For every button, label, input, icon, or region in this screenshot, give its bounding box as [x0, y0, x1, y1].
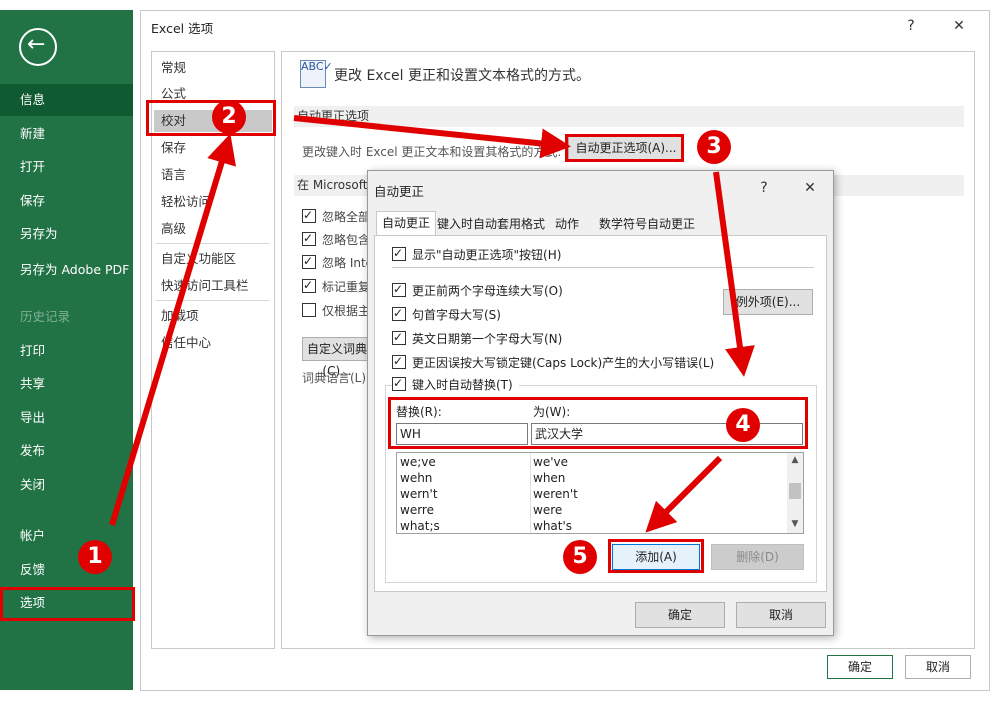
category-item[interactable]: 加载项	[161, 305, 199, 327]
checkbox-replace-as-type[interactable]: 键入时自动替换(T)	[392, 373, 519, 395]
divider	[392, 267, 814, 268]
checkbox-two-initials[interactable]: 更正前两个字母连续大写(O)	[392, 279, 563, 301]
step-badge-5: 5	[563, 540, 597, 574]
category-list: 常规 公式 校对 保存 语言 轻松访问 高级 自定义功能区 快速访问工具栏 加载…	[151, 51, 275, 649]
nav-feedback[interactable]: 反馈	[0, 554, 133, 586]
scroll-up-icon[interactable]: ▲	[787, 453, 803, 467]
divider	[156, 300, 270, 301]
step-badge-3: 3	[697, 130, 731, 164]
close-icon[interactable]: ✕	[947, 15, 971, 37]
section-autocorrect: 自动更正选项	[294, 106, 964, 127]
step-badge-1: 1	[78, 540, 112, 574]
nav-save[interactable]: 保存	[0, 185, 133, 217]
nav-export[interactable]: 导出	[0, 402, 133, 434]
highlight-autocorrect-button	[565, 134, 684, 162]
dialog-title: 自动更正	[374, 184, 425, 199]
nav-share[interactable]: 共享	[0, 368, 133, 400]
highlight-add-button	[608, 539, 704, 573]
nav-info[interactable]: 信息	[0, 84, 133, 116]
divider	[156, 243, 270, 244]
category-item[interactable]: 语言	[161, 164, 186, 186]
ok-button[interactable]: 确定	[827, 655, 893, 679]
nav-save-as[interactable]: 另存为	[0, 218, 133, 250]
checkbox-capitalize-days[interactable]: 英文日期第一个字母大写(N)	[392, 327, 562, 349]
dictionary-language-label: 词典语言(L):	[302, 371, 371, 385]
category-item[interactable]: 自定义功能区	[161, 248, 236, 270]
checkbox-show-buttons[interactable]: 显示"自动更正选项"按钮(H)	[392, 243, 561, 265]
category-item[interactable]: 快速访问工具栏	[161, 275, 249, 297]
list-item[interactable]: what;s what's	[397, 518, 787, 533]
list-item[interactable]: wehn when	[397, 470, 787, 486]
custom-dictionaries-button[interactable]: 自定义词典(C)...	[302, 337, 372, 378]
tab-autoformat[interactable]: 键入时自动套用格式	[432, 213, 550, 235]
help-button[interactable]: ?	[752, 177, 776, 199]
nav-history: 历史记录	[20, 309, 71, 324]
scroll-down-icon[interactable]: ▼	[787, 517, 803, 531]
highlight-options	[0, 587, 135, 621]
category-item[interactable]: 轻松访问	[161, 191, 211, 213]
exceptions-button[interactable]: 例外项(E)...	[723, 289, 813, 315]
nav-publish[interactable]: 发布	[0, 435, 133, 467]
cancel-button[interactable]: 取消	[905, 655, 971, 679]
checkbox-caps-lock[interactable]: 更正因误按大写锁定键(Caps Lock)产生的大小写错误(L)	[392, 351, 714, 373]
autocorrect-description: 更改键入时 Excel 更正文本和设置其格式的方式:	[302, 145, 562, 159]
list-item[interactable]: werre were	[397, 502, 787, 518]
nav-account[interactable]: 帐户	[0, 520, 133, 552]
list-item[interactable]: wern't weren't	[397, 486, 787, 502]
nav-save-as-pdf[interactable]: 另存为 Adobe PDF	[0, 260, 133, 296]
category-item[interactable]: 信任中心	[161, 332, 211, 354]
step-badge-2: 2	[212, 100, 246, 134]
category-item[interactable]: 高级	[161, 218, 186, 240]
highlight-proofing	[146, 100, 276, 136]
abc-check-icon: ABC✓	[300, 60, 333, 88]
help-button[interactable]: ?	[899, 15, 923, 37]
panel-header: 更改 Excel 更正和设置文本格式的方式。	[334, 68, 590, 84]
scrollbar[interactable]: ▲ ▼	[787, 453, 803, 533]
tab-actions[interactable]: 动作	[550, 213, 584, 235]
close-icon[interactable]: ✕	[798, 177, 822, 199]
back-arrow-icon[interactable]	[19, 28, 57, 66]
replacement-list[interactable]: we;ve we've wehn when wern't weren't werre w…	[396, 452, 804, 534]
tab-math[interactable]: 数学符号自动更正	[594, 213, 700, 235]
category-item[interactable]: 保存	[161, 137, 186, 159]
list-item[interactable]: we;ve we've	[397, 454, 787, 470]
cancel-button[interactable]: 取消	[736, 602, 826, 628]
nav-open[interactable]: 打开	[0, 151, 133, 183]
delete-button: 删除(D)	[711, 544, 804, 570]
checkbox-capitalize-sentence[interactable]: 句首字母大写(S)	[392, 303, 501, 325]
nav-new[interactable]: 新建	[0, 118, 133, 150]
scroll-thumb[interactable]	[789, 483, 801, 499]
step-badge-4: 4	[726, 408, 760, 442]
dialog-title: Excel 选项	[151, 21, 214, 36]
category-item[interactable]: 常规	[161, 57, 186, 79]
tab-autocorrect[interactable]: 自动更正	[376, 211, 437, 236]
nav-close[interactable]: 关闭	[0, 469, 133, 501]
nav-print[interactable]: 打印	[0, 335, 133, 367]
ok-button[interactable]: 确定	[635, 602, 725, 628]
